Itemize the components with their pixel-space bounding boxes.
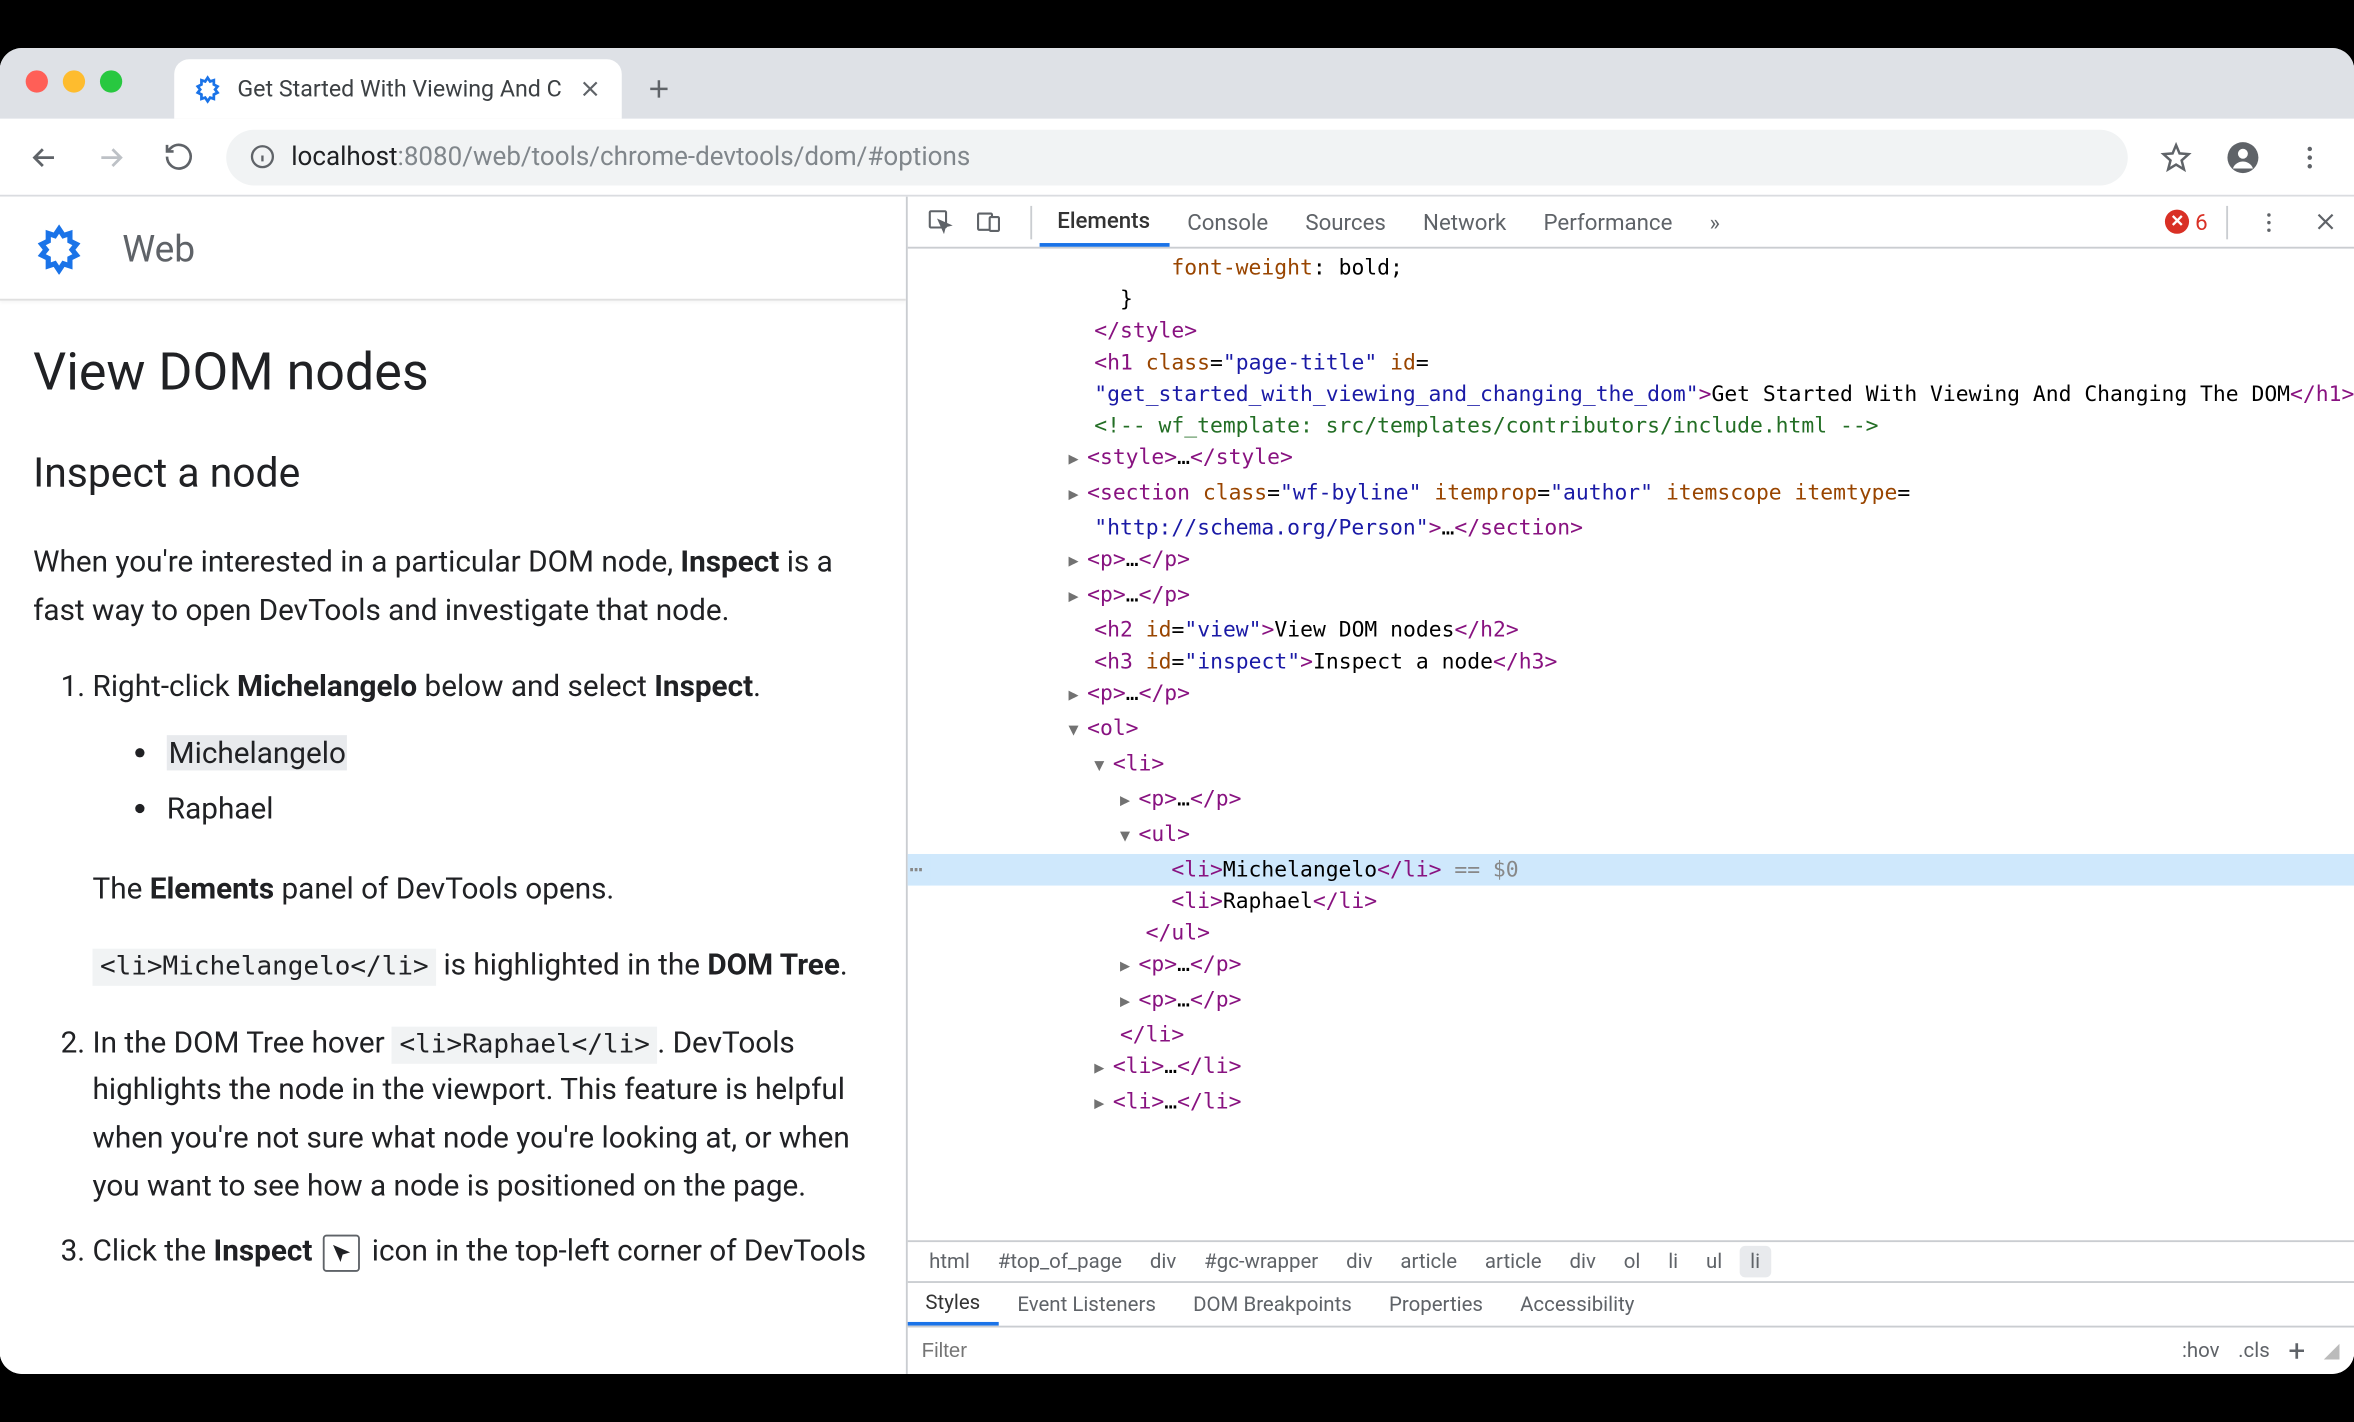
site-info-icon[interactable] — [248, 143, 276, 171]
tab-sources[interactable]: Sources — [1287, 197, 1405, 247]
forward-button[interactable] — [81, 127, 140, 186]
crumb[interactable]: article — [1474, 1246, 1553, 1278]
cls-toggle[interactable]: .cls — [2238, 1339, 2270, 1363]
new-tab-button[interactable] — [632, 63, 684, 115]
titlebar: Get Started With Viewing And C — [0, 48, 2354, 119]
url-text: localhost:8080/web/tools/chrome-devtools… — [291, 142, 970, 172]
crumb[interactable]: div — [1558, 1246, 1607, 1278]
devtools-panel: Elements Console Sources Network Perform… — [905, 197, 2354, 1374]
step-1-note-2: <li>Michelangelo</li> is highlighted in … — [93, 942, 872, 990]
close-window-icon[interactable] — [26, 70, 48, 92]
code-snippet: <li>Michelangelo</li> — [93, 949, 437, 986]
crumb[interactable]: div — [1139, 1246, 1188, 1278]
code-snippet: <li>Raphael</li> — [392, 1026, 657, 1063]
crumb[interactable]: li — [1657, 1246, 1689, 1278]
tab-network[interactable]: Network — [1404, 197, 1524, 247]
address-bar[interactable]: localhost:8080/web/tools/chrome-devtools… — [226, 129, 2128, 185]
content-area: Web View DOM nodes Inspect a node When y… — [0, 197, 2354, 1374]
step-1-note-1: The Elements panel of DevTools opens. — [93, 864, 872, 912]
toolbar: localhost:8080/web/tools/chrome-devtools… — [0, 119, 2354, 197]
site-name: Web — [122, 225, 195, 270]
favicon-icon — [193, 74, 223, 104]
step-2: In the DOM Tree hover <li>Raphael</li>. … — [93, 1019, 872, 1209]
step-3: Click the Inspect icon in the top-left c… — [93, 1227, 872, 1275]
filter-input[interactable] — [922, 1340, 2182, 1362]
page-body: View DOM nodes Inspect a node When you'r… — [0, 301, 905, 1294]
back-button[interactable] — [15, 127, 74, 186]
maximize-window-icon[interactable] — [100, 70, 122, 92]
tab-console[interactable]: Console — [1169, 197, 1287, 247]
crumb[interactable]: #gc-wrapper — [1193, 1246, 1329, 1278]
site-header: Web — [0, 197, 905, 301]
example-list: Michelangelo Raphael — [93, 725, 872, 838]
devtools-menu-button[interactable] — [2247, 199, 2292, 244]
hov-toggle[interactable]: :hov — [2182, 1339, 2220, 1363]
site-logo-icon — [33, 222, 85, 274]
error-badge[interactable]: ✕ 6 — [2165, 209, 2207, 235]
crumb[interactable]: li — [1739, 1246, 1771, 1278]
list-item[interactable]: Michelangelo — [167, 725, 872, 781]
step-1: Right-click Michelangelo below and selec… — [93, 663, 872, 989]
browser-tab[interactable]: Get Started With Viewing And C — [174, 59, 621, 118]
tab-event-listeners[interactable]: Event Listeners — [999, 1283, 1175, 1326]
tab-title: Get Started With Viewing And C — [237, 75, 561, 103]
inspect-icon — [324, 1234, 361, 1271]
crumb[interactable]: ul — [1695, 1246, 1734, 1278]
crumb[interactable]: #top_of_page — [987, 1246, 1134, 1278]
close-devtools-button[interactable] — [2302, 199, 2347, 244]
intro-paragraph: When you're interested in a particular D… — [33, 538, 871, 633]
crumb[interactable]: html — [918, 1246, 981, 1278]
error-icon: ✕ — [2165, 210, 2189, 234]
styles-resize-handle[interactable]: ◢ — [2324, 1339, 2340, 1363]
page-h2: Inspect a node — [33, 451, 871, 497]
device-toolbar-button[interactable] — [966, 199, 1011, 244]
page-h1: View DOM nodes — [33, 341, 871, 402]
steps-list: Right-click Michelangelo below and selec… — [33, 663, 871, 1275]
styles-filter-bar: :hov .cls + ◢ — [907, 1326, 2354, 1374]
page-viewport: Web View DOM nodes Inspect a node When y… — [0, 197, 905, 1374]
selected-dom-node[interactable]: <li>Michelangelo</li> == $0 — [907, 854, 2354, 886]
crumb[interactable]: article — [1389, 1246, 1468, 1278]
crumb[interactable]: ol — [1613, 1246, 1652, 1278]
profile-button[interactable] — [2213, 127, 2272, 186]
minimize-window-icon[interactable] — [63, 70, 85, 92]
dom-breadcrumb[interactable]: html #top_of_page div #gc-wrapper div ar… — [907, 1240, 2354, 1281]
tab-properties[interactable]: Properties — [1370, 1283, 1501, 1326]
tab-strip: Get Started With Viewing And C — [174, 48, 684, 119]
close-tab-icon[interactable] — [577, 76, 603, 102]
inspect-element-button[interactable] — [918, 199, 963, 244]
tab-accessibility[interactable]: Accessibility — [1502, 1283, 1653, 1326]
tab-performance[interactable]: Performance — [1525, 197, 1691, 247]
tab-styles[interactable]: Styles — [907, 1283, 999, 1326]
new-style-button[interactable]: + — [2288, 1336, 2305, 1366]
dom-tree[interactable]: font-weight: bold; } </style> <h1 class=… — [907, 249, 2354, 1241]
reload-button[interactable] — [148, 127, 207, 186]
browser-window: Get Started With Viewing And C localhost… — [0, 48, 2354, 1374]
menu-button[interactable] — [2280, 127, 2339, 186]
list-item[interactable]: Raphael — [167, 782, 872, 838]
devtools-tabbar: Elements Console Sources Network Perform… — [907, 197, 2354, 249]
window-controls — [26, 70, 123, 92]
tab-more[interactable]: » — [1691, 197, 1739, 247]
tab-dom-breakpoints[interactable]: DOM Breakpoints — [1175, 1283, 1371, 1326]
bookmark-button[interactable] — [2146, 127, 2205, 186]
tab-elements[interactable]: Elements — [1039, 197, 1169, 247]
styles-tabbar: Styles Event Listeners DOM Breakpoints P… — [907, 1281, 2354, 1326]
crumb[interactable]: div — [1335, 1246, 1384, 1278]
